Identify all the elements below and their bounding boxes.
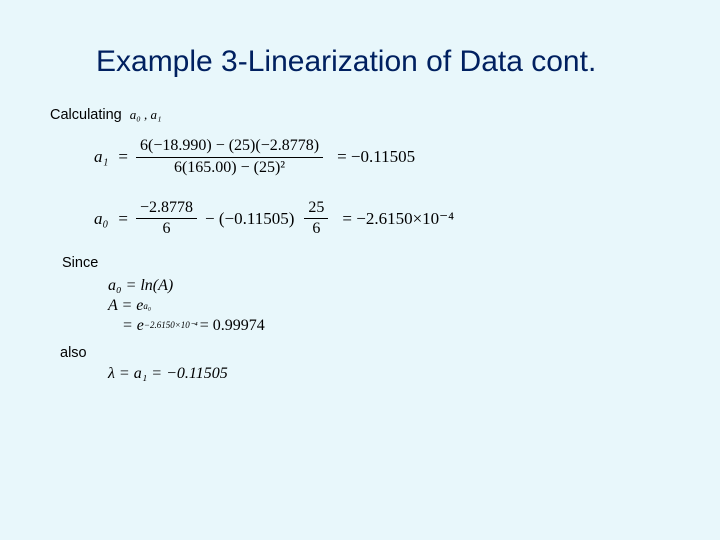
- eq-a1-lhs: a₁: [94, 147, 108, 167]
- label-since: Since: [62, 255, 670, 271]
- since-line2-exp: a₀: [143, 301, 151, 311]
- eq-a0-frac1-num: −2.8778: [136, 199, 197, 217]
- since-line2: A = ea₀: [108, 297, 670, 315]
- eq-a0-frac1: −2.8778 6: [136, 199, 197, 239]
- math-a0a1: a₀ , a₁: [130, 107, 162, 123]
- label-calculating: Calculating a₀ , a₁: [50, 107, 670, 123]
- eq-a0-mid: − (−0.11505): [205, 209, 294, 229]
- also-line-text: λ = a₁ = −0.11505: [108, 365, 228, 382]
- eq-a1-fraction: 6(−18.990) − (25)(−2.8778) 6(165.00) − (…: [136, 137, 323, 177]
- since-block: a₀ = ln(A) A = ea₀ = e−2.6150×10⁻⁴ = 0.9…: [108, 277, 670, 335]
- fraction-bar: [136, 157, 323, 158]
- since-line3: = e−2.6150×10⁻⁴ = 0.99974: [122, 317, 670, 335]
- since-line3-rhs: = 0.99974: [200, 317, 265, 335]
- since-line3-exp: −2.6150×10⁻⁴: [144, 320, 198, 331]
- slide-title: Example 3-Linearization of Data cont.: [96, 45, 670, 79]
- label-calculating-text: Calculating: [50, 107, 122, 123]
- since-line2-lhs: A = e: [108, 297, 143, 315]
- eq-a1-num: 6(−18.990) − (25)(−2.8778): [136, 137, 323, 155]
- eq-a0-frac2-den: 6: [308, 220, 324, 238]
- fraction-bar: [304, 218, 328, 219]
- eq-a0-lhs: a₀: [94, 209, 108, 229]
- eq-a0-frac2-num: 25: [304, 199, 328, 217]
- eq-a1-result: = −0.11505: [337, 147, 415, 167]
- equation-a0: a₀ = −2.8778 6 − (−0.11505) 25 6 = −2.61…: [94, 199, 670, 239]
- eq-a0-frac1-den: 6: [159, 220, 175, 238]
- since-line3-lhs: = e: [122, 317, 144, 335]
- eq-a1-firsteq: =: [118, 147, 128, 167]
- eq-a1-den: 6(165.00) − (25)²: [170, 159, 289, 177]
- eq-a0-result: = −2.6150×10⁻⁴: [342, 209, 454, 229]
- label-also: also: [60, 345, 670, 361]
- fraction-bar: [136, 218, 197, 219]
- also-line: λ = a₁ = −0.11505: [108, 365, 670, 383]
- since-line1-text: a₀ = ln(A): [108, 277, 173, 295]
- eq-a0-firsteq: =: [118, 209, 128, 229]
- slide: Example 3-Linearization of Data cont. Ca…: [0, 0, 720, 540]
- equation-a1: a₁ = 6(−18.990) − (25)(−2.8778) 6(165.00…: [94, 137, 670, 177]
- eq-a0-frac2: 25 6: [304, 199, 328, 239]
- since-line1: a₀ = ln(A): [108, 277, 670, 295]
